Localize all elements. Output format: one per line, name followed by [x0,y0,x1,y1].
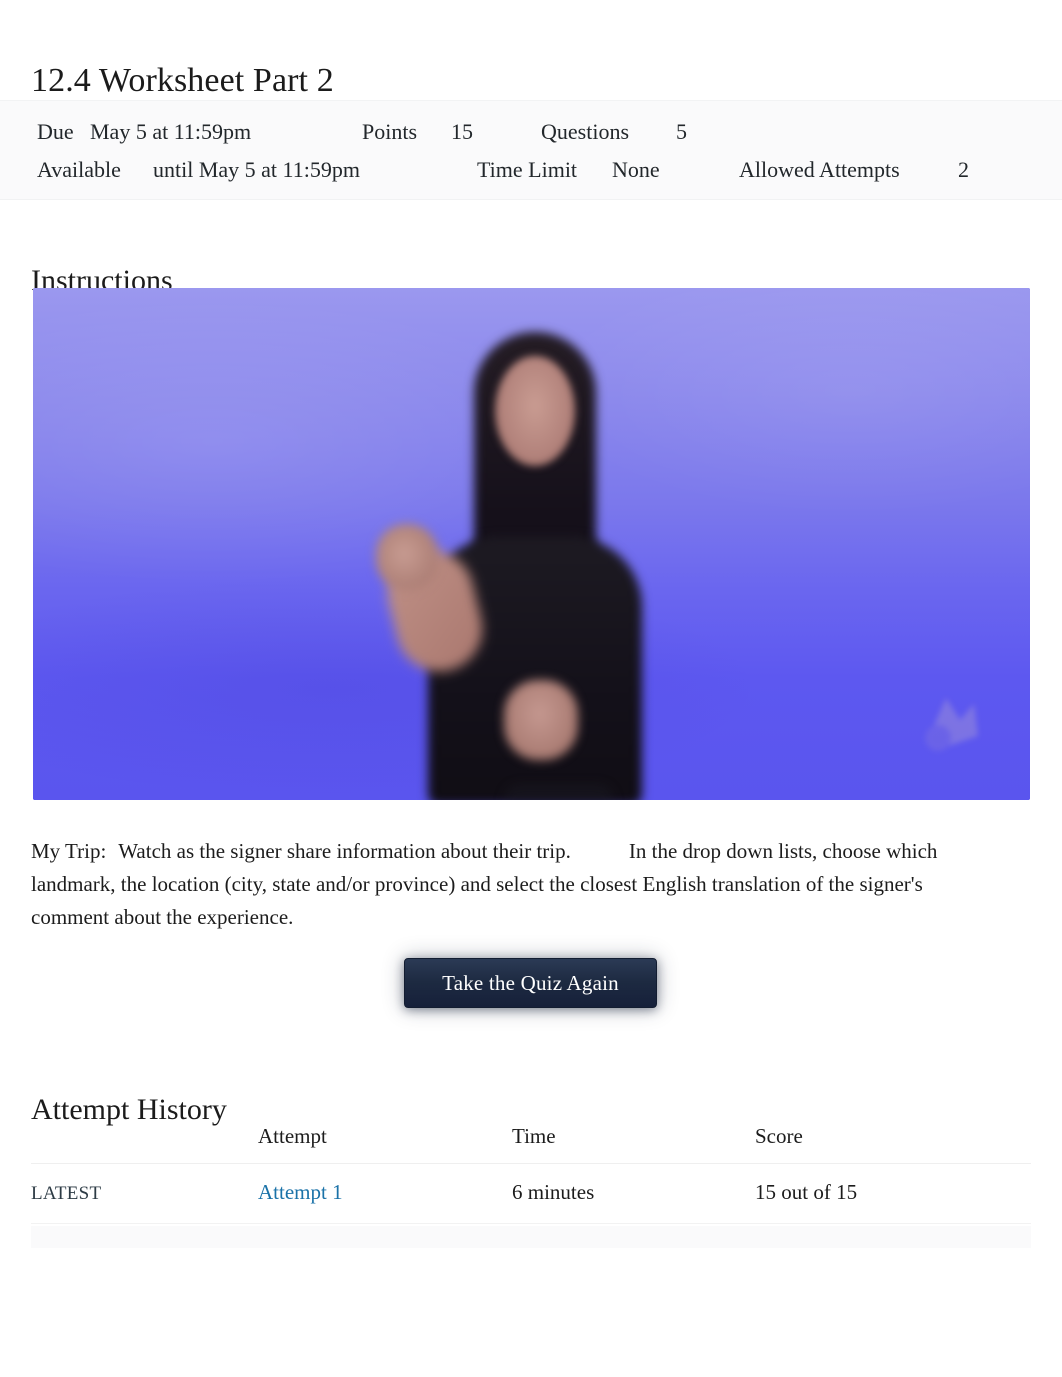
points-value: 15 [451,119,473,144]
allowed-attempts-value: 2 [958,157,969,182]
column-header-score: Score [755,1120,1031,1164]
signer-left-hand [375,524,438,590]
table-row: LATEST Attempt 1 6 minutes 15 out of 15 [31,1163,1031,1224]
signer-face [494,356,575,466]
due-label: Due [37,119,74,144]
quiz-meta-row-1: Due May 5 at 11:59pm Points 15 Questions… [0,118,1062,156]
points-label: Points [362,119,418,144]
time-limit-value: None [612,157,660,182]
column-header-kept [31,1120,258,1164]
allowed-attempts-label: Allowed Attempts [739,157,900,182]
column-header-attempt: Attempt [258,1120,512,1164]
attempt-score-cell: 15 out of 15 [755,1163,1031,1224]
instructions-video-player[interactable] [33,288,1030,800]
play-button-overlay-icon[interactable] [504,784,614,800]
attempt-history-table: Attempt Time Score LATEST Attempt 1 6 mi… [31,1120,1031,1224]
quiz-meta-block: Due May 5 at 11:59pm Points 15 Questions… [0,100,1062,200]
attempt-history-header: Attempt Time Score [31,1120,1031,1164]
page-title: 12.4 Worksheet Part 2 [31,61,334,99]
due-value: May 5 at 11:59pm [90,119,252,144]
signer-figure [362,332,702,800]
table-header-row: Attempt Time Score [31,1120,1031,1164]
time-limit-label: Time Limit [477,157,578,182]
attempt-number-cell: Attempt 1 [258,1163,512,1224]
signer-lower-hand [503,680,578,760]
status-badge: LATEST [31,1183,102,1204]
attempt-history-body: LATEST Attempt 1 6 minutes 15 out of 15 [31,1163,1031,1224]
questions-label: Questions [541,119,629,144]
column-header-time: Time [512,1120,755,1164]
instructions-paragraph: My Trip: Watch as the signer share inform… [31,835,1001,934]
attempt-history-footer-band [31,1226,1031,1248]
quiz-meta-row-2: Available until May 5 at 11:59pm Time Li… [0,156,1062,194]
questions-value: 5 [676,119,687,144]
available-label: Available [37,157,121,182]
video-watermark-icon [925,698,978,751]
attempt-kept-cell: LATEST [31,1163,258,1224]
attempt-time-cell: 6 minutes [512,1163,755,1224]
quiz-page: 12.4 Worksheet Part 2 Due May 5 at 11:59… [0,0,1062,1377]
instructions-text-part1: My Trip: [31,839,107,863]
available-value: until May 5 at 11:59pm [153,157,360,182]
attempt-1-link[interactable]: Attempt 1 [258,1180,343,1204]
instructions-text-part2: Watch as the signer share information ab… [118,839,571,863]
take-quiz-again-button[interactable]: Take the Quiz Again [404,958,657,1008]
